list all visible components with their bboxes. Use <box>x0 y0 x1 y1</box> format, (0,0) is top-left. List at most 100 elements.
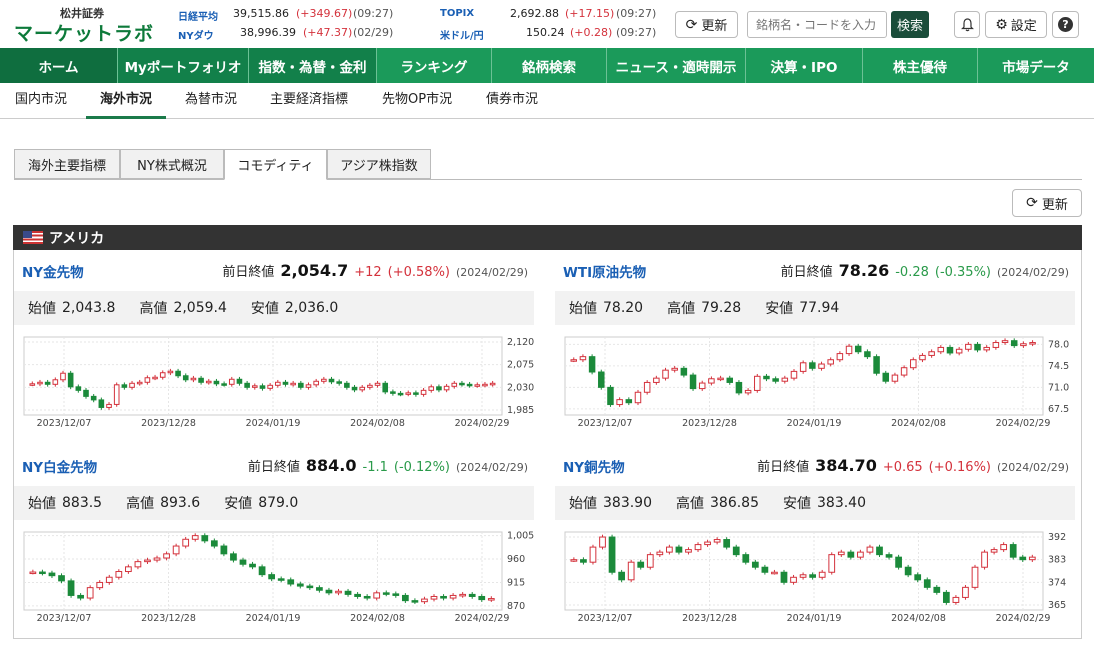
notification-button[interactable] <box>954 11 980 38</box>
sub-nav: 国内市況 海外市況 為替市況 主要経済指標 先物OP市況 債券市況 <box>0 83 1094 119</box>
price-chart[interactable]: 1,005 960 915 870 2023/12/07 2023/12/28 2024/0… <box>22 530 534 626</box>
y-tick-label: 392 <box>1048 532 1066 543</box>
candle-down <box>220 545 228 555</box>
subnav-domestic[interactable]: 国内市況 <box>15 83 67 119</box>
x-tick-label: 2024/01/19 <box>787 418 842 429</box>
commodity-card-platinum: NY白金先物 前日終値 884.0 -1.1 (-0.12%) (2024/02… <box>14 456 534 646</box>
nav-stock-search[interactable]: 銘柄検索 <box>492 48 607 83</box>
high-label: 高値 <box>139 301 168 317</box>
subnav-bonds[interactable]: 債券市況 <box>486 83 538 119</box>
subnav-fx[interactable]: 為替市況 <box>185 83 237 119</box>
high-value: 79.28 <box>701 300 742 316</box>
help-button[interactable]: ? <box>1052 11 1079 38</box>
candle <box>598 369 605 390</box>
subnav-futures-options[interactable]: 先物OP市況 <box>382 83 452 119</box>
nav-earnings-ipo[interactable]: 決算・IPO <box>746 48 863 83</box>
low-value: 383.40 <box>817 495 866 511</box>
candle-down <box>608 536 616 573</box>
candle-down <box>58 575 65 582</box>
commodity-name[interactable]: NY金先物 <box>22 261 84 281</box>
region-label: アメリカ <box>49 230 105 247</box>
nav-index-fx-rate[interactable]: 指数・為替・金利 <box>249 48 377 83</box>
help-icon: ? <box>1058 17 1073 32</box>
tab-ny-stocks[interactable]: NY株式概況 <box>120 149 224 179</box>
quote-date: (2024/02/29) <box>456 266 528 279</box>
candle-down <box>873 356 880 374</box>
high-label: 高値 <box>126 496 155 512</box>
nav-ranking[interactable]: ランキング <box>377 48 492 83</box>
candle <box>599 534 606 550</box>
main-nav: ホーム Myポートフォリオ 指数・為替・金利 ランキング 銘柄検索 ニュース・適… <box>0 48 1094 83</box>
candle-down <box>390 391 396 394</box>
candle-up <box>374 382 381 386</box>
candle-down <box>344 590 352 595</box>
ticker-time: (09:27) <box>616 7 657 20</box>
nav-home[interactable]: ホーム <box>0 48 118 83</box>
x-tick-label: 2023/12/28 <box>682 613 737 624</box>
candle-down <box>121 384 128 388</box>
candle-up <box>910 359 917 369</box>
settings-label: 設定 <box>1010 19 1037 34</box>
ticker-value: 150.24 <box>526 26 565 39</box>
price-chart[interactable]: 78.0 74.5 71.0 67.5 2023/12/07 2023/12/28 2024… <box>563 335 1075 431</box>
candle-up <box>153 557 161 561</box>
candle-up <box>305 384 312 388</box>
commodity-name[interactable]: NY白金先物 <box>22 456 97 476</box>
commodity-refresh-button[interactable]: ⟳ 更新 <box>1012 189 1082 217</box>
candle-up <box>799 362 807 372</box>
quote-date: (2024/02/29) <box>997 266 1069 279</box>
search-input[interactable] <box>747 11 887 38</box>
candle-up <box>421 598 428 603</box>
candle-down <box>201 535 209 542</box>
change-percent: (-0.12%) <box>393 460 451 475</box>
refresh-icon: ⟳ <box>685 16 698 33</box>
settings-button[interactable]: ⚙ 設定 <box>985 11 1047 38</box>
candle-up <box>634 391 642 404</box>
candle <box>1009 542 1017 560</box>
candle-up <box>113 384 120 405</box>
tab-commodities[interactable]: コモディティ <box>224 149 327 180</box>
change-value: +0.65 <box>882 460 923 475</box>
header: 松井証券 マーケットラボ 日経平均 39,515.86 (+349.67) (0… <box>0 0 1094 48</box>
candle-down <box>882 372 890 382</box>
high-value: 2,059.4 <box>173 300 227 316</box>
refresh-button[interactable]: ⟳ 更新 <box>675 11 738 38</box>
open-value: 883.5 <box>62 495 103 511</box>
change-value: +12 <box>354 265 382 280</box>
prev-close-label: 前日終値 <box>222 265 275 280</box>
nav-market-data[interactable]: 市場データ <box>978 48 1094 83</box>
candle-up <box>962 586 969 598</box>
tab-asia-indices[interactable]: アジア株指数 <box>327 149 431 179</box>
candle-up <box>1029 342 1036 345</box>
commodity-card-gold: NY金先物 前日終値 2,054.7 +12 (+0.58%) (2024/02… <box>14 261 534 451</box>
candle-up <box>570 359 578 362</box>
commodity-name[interactable]: WTI原油先物 <box>563 261 646 281</box>
candle-down <box>478 595 486 601</box>
search-button[interactable]: 検索 <box>891 11 929 38</box>
nav-portfolio[interactable]: Myポートフォリオ <box>118 48 249 83</box>
x-tick-label: 2024/02/29 <box>455 613 510 624</box>
quote-date: (2024/02/29) <box>997 461 1069 474</box>
brand-logo[interactable]: マーケットラボ <box>14 19 154 46</box>
price-chart[interactable]: 2,120 2,075 2,030 1,985 2023/12/07 2023/12/28… <box>22 335 534 431</box>
candle-up <box>428 386 435 391</box>
subnav-overseas[interactable]: 海外市況 <box>86 83 167 119</box>
nav-news[interactable]: ニュース・適時開示 <box>607 48 746 83</box>
y-tick-label: 2,075 <box>507 360 534 371</box>
candle-up <box>191 535 199 540</box>
commodity-name[interactable]: NY銅先物 <box>563 456 625 476</box>
ticker-change: (+47.37) <box>303 26 353 39</box>
high-label: 高値 <box>676 496 704 512</box>
subnav-economic-indicators[interactable]: 主要経済指標 <box>270 83 348 119</box>
candle-up <box>134 561 142 568</box>
candle-down <box>468 593 476 597</box>
low-value: 879.0 <box>258 495 299 511</box>
ticker-value: 2,692.88 <box>510 7 559 20</box>
tab-overseas-indices[interactable]: 海外主要指標 <box>14 149 120 179</box>
price-chart[interactable]: 392 383 374 365 2023/12/07 2023/12/28 2024/01/… <box>563 530 1075 626</box>
candle-down <box>198 377 204 383</box>
candle-up <box>144 377 151 383</box>
nav-shareholder-benefits[interactable]: 株主優待 <box>863 48 978 83</box>
candle-up <box>818 571 826 578</box>
x-tick-label: 2023/12/07 <box>578 613 633 624</box>
